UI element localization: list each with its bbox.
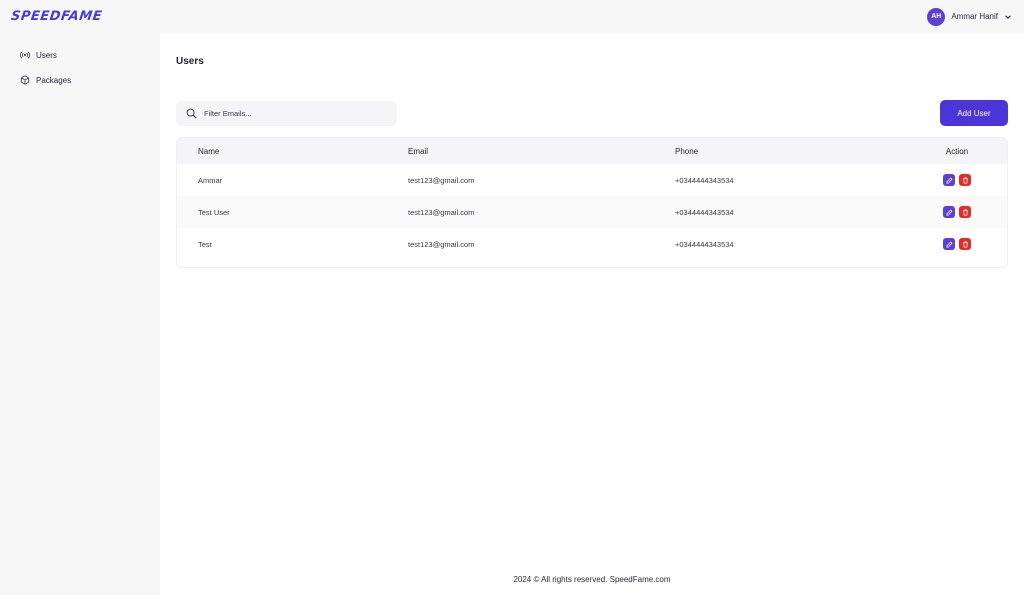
delete-button[interactable] [959, 238, 971, 250]
add-user-button[interactable]: Add User [940, 100, 1008, 126]
top-bar: SPEEDFAME AH Ammar Hanif [0, 0, 1024, 33]
cell-phone: +0344444343534 [675, 207, 734, 217]
sidebar-item-users[interactable]: Users [20, 47, 160, 63]
column-header-action: Action [945, 146, 969, 156]
table-row: Test test123@gmail.com +0344444343534 [177, 228, 1007, 260]
search-box[interactable] [176, 101, 397, 126]
user-name: Ammar Hanif [951, 12, 998, 21]
page-title: Users [176, 56, 204, 67]
cell-phone: +0344444343534 [675, 175, 734, 185]
table-row: Ammar test123@gmail.com +0344444343534 [177, 164, 1007, 196]
trash-icon [962, 209, 968, 215]
user-menu[interactable]: AH Ammar Hanif [927, 7, 1012, 26]
cell-action [915, 228, 1007, 260]
column-header-email[interactable]: Email [408, 138, 675, 164]
sidebar: Users Packages [0, 33, 160, 595]
package-icon [20, 75, 30, 85]
edit-button[interactable] [943, 174, 955, 186]
trash-icon [962, 241, 968, 247]
cell-action [915, 196, 1007, 228]
main-content: Users Add User Name Email Phone Action A… [160, 33, 1024, 563]
broadcast-icon [20, 51, 30, 59]
column-header-phone[interactable]: Phone [675, 138, 915, 164]
cell-action [915, 164, 1007, 196]
cell-email: test123@gmail.com [408, 239, 475, 249]
delete-button[interactable] [959, 206, 971, 218]
avatar: AH [927, 7, 946, 26]
edit-button[interactable] [943, 206, 955, 218]
cell-name: Ammar [198, 175, 223, 185]
edit-icon [946, 209, 952, 215]
table-header-row: Name Email Phone Action [177, 138, 1007, 164]
search-input[interactable] [204, 109, 384, 118]
edit-icon [946, 177, 952, 183]
search-icon [186, 108, 197, 119]
sidebar-item-label: Packages [36, 75, 72, 85]
trash-icon [962, 177, 968, 183]
sidebar-item-packages[interactable]: Packages [20, 72, 160, 88]
sidebar-item-label: Users [36, 50, 57, 60]
delete-button[interactable] [959, 174, 971, 186]
cell-phone: +0344444343534 [675, 239, 734, 249]
footer: 2024 © All rights reserved. SpeedFame.co… [160, 563, 1024, 595]
table-row: Test User test123@gmail.com +03444443435… [177, 196, 1007, 228]
footer-text: 2024 © All rights reserved. SpeedFame.co… [513, 574, 671, 584]
users-table: Name Email Phone Action Ammar test123@gm… [176, 137, 1008, 268]
edit-icon [946, 241, 952, 247]
column-header-name[interactable]: Name [177, 138, 408, 164]
cell-email: test123@gmail.com [408, 175, 475, 185]
chevron-down-icon [1004, 13, 1012, 21]
cell-name: Test User [198, 207, 230, 217]
cell-email: test123@gmail.com [408, 207, 475, 217]
logo[interactable]: SPEEDFAME [10, 9, 103, 24]
cell-name: Test [198, 239, 212, 249]
edit-button[interactable] [943, 238, 955, 250]
